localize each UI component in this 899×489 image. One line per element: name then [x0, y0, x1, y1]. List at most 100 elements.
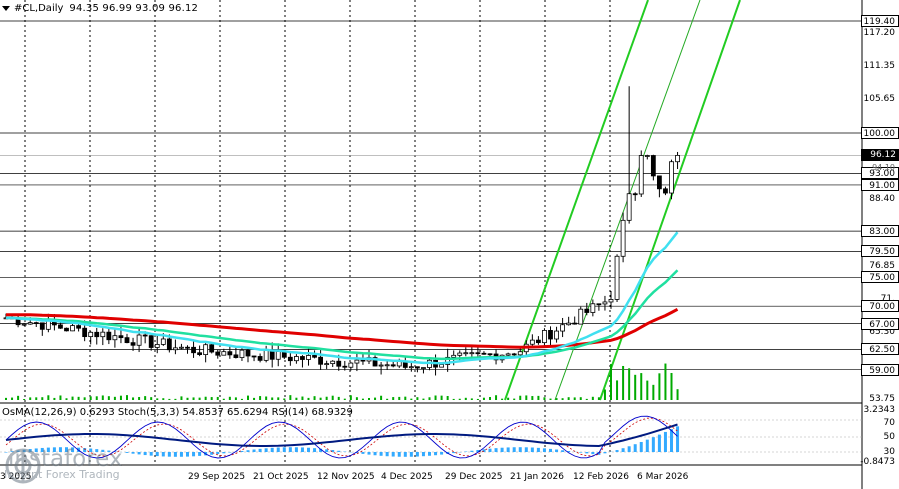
indicator-header: OsMA(12,26,9) 0.6293 Stoch(5,3,3) 54.853… — [2, 407, 353, 418]
volume-bar — [470, 398, 473, 400]
candle-body — [160, 338, 166, 345]
osma-bar — [415, 452, 419, 457]
chart-window[interactable]: #CL,Daily 94.35 96.99 93.09 96.12 OsMA(12… — [0, 0, 899, 489]
volume-bar — [398, 396, 401, 400]
osma-bar — [506, 447, 510, 452]
candle-body — [360, 359, 366, 362]
candle-body — [88, 331, 94, 338]
volume-bar — [119, 395, 122, 400]
volume-bar — [204, 396, 207, 400]
volume-bar — [343, 398, 346, 400]
volume-bar — [301, 396, 304, 400]
osma-bar — [379, 452, 383, 456]
symbol-label: #CL,Daily — [14, 3, 64, 14]
volume-bar — [392, 397, 395, 400]
current-price-tag: 96.12 — [861, 149, 899, 162]
osma-bar — [270, 447, 274, 452]
osma-bar — [325, 449, 329, 452]
osma-bar — [663, 431, 667, 452]
candle-body — [130, 342, 136, 346]
volume-bar — [83, 397, 86, 400]
indicator-scale-label: 50 — [883, 432, 895, 442]
price-scale-label: 88.40 — [869, 193, 895, 204]
candle-body — [94, 331, 100, 338]
candle-body — [263, 349, 269, 361]
volume-bar — [622, 365, 625, 400]
candle-body — [348, 362, 354, 368]
candle-body — [548, 330, 553, 340]
candle-body — [638, 155, 644, 195]
candle-body — [336, 360, 342, 367]
candle-body — [578, 308, 584, 325]
volume-bar — [313, 396, 316, 400]
candle-body — [650, 155, 656, 177]
osma-bar — [264, 448, 268, 452]
volume-bar — [144, 396, 147, 400]
chart-menu-arrow-icon[interactable] — [2, 5, 10, 11]
volume-bar — [670, 372, 673, 400]
volume-bar — [597, 397, 600, 400]
candle-body — [185, 346, 190, 349]
volume-bar — [591, 396, 594, 400]
chart-header: #CL,Daily 94.35 96.99 93.09 96.12 — [2, 3, 198, 14]
price-scale-label: 111.35 — [863, 61, 896, 72]
price-level-tag: 70.00 — [861, 300, 899, 313]
osma-bar — [198, 452, 202, 456]
date-label: 21 Oct 2025 — [253, 472, 309, 482]
volume-bar — [634, 374, 637, 400]
volume-bar — [132, 397, 135, 400]
price-scale-label: 53.75 — [869, 394, 895, 404]
volume-bar — [610, 364, 612, 400]
volume-bar — [513, 398, 516, 400]
volume-bar — [410, 398, 413, 400]
volume-bar — [361, 398, 364, 400]
date-label: 4 Dec 2025 — [381, 472, 433, 482]
candle-body — [172, 347, 178, 351]
candle-body — [596, 303, 602, 306]
candle-body — [330, 360, 336, 365]
osma-bar — [603, 452, 607, 454]
osma-bar — [385, 452, 389, 457]
candle-body — [203, 344, 209, 355]
volume-bar — [422, 398, 425, 400]
osma-bar — [337, 450, 341, 452]
candle-body — [239, 349, 245, 358]
osma-bar — [657, 434, 661, 452]
candle-body — [233, 354, 239, 358]
candle-body — [179, 346, 184, 349]
candle-body — [124, 337, 130, 344]
osma-bar — [549, 448, 552, 452]
osma-bar — [518, 447, 522, 452]
volume-bar — [95, 396, 98, 400]
volume-bar — [416, 397, 419, 400]
candle-body — [626, 193, 632, 221]
date-label: 12 Nov 2025 — [317, 472, 375, 482]
osma-bar — [252, 449, 256, 452]
volume-bar — [265, 396, 268, 400]
osma-bar — [500, 447, 504, 452]
candle-body — [251, 355, 257, 358]
candle-body — [566, 322, 572, 326]
candle-body — [421, 367, 426, 369]
volume-bar — [355, 397, 358, 400]
candle-body — [166, 338, 172, 351]
volume-bar — [440, 395, 443, 400]
volume-bar — [573, 397, 576, 400]
osma-bar — [282, 447, 286, 452]
volume-bar — [283, 398, 286, 400]
candle-body — [76, 325, 81, 329]
volume-bar — [47, 395, 50, 400]
osma-bar — [391, 452, 395, 457]
candle-body — [100, 331, 106, 338]
volume-bar — [585, 398, 588, 400]
volume-bar — [404, 396, 407, 400]
candle-body — [657, 175, 662, 190]
candle-body — [511, 353, 517, 356]
volume-bar — [240, 398, 243, 400]
osma-bar — [361, 452, 365, 454]
volume-bar — [476, 398, 479, 400]
volume-bar — [253, 397, 256, 400]
osma-bar — [179, 452, 183, 457]
price-level-tag: 79.50 — [861, 245, 899, 258]
indicator-scale-label: 70 — [883, 418, 895, 428]
